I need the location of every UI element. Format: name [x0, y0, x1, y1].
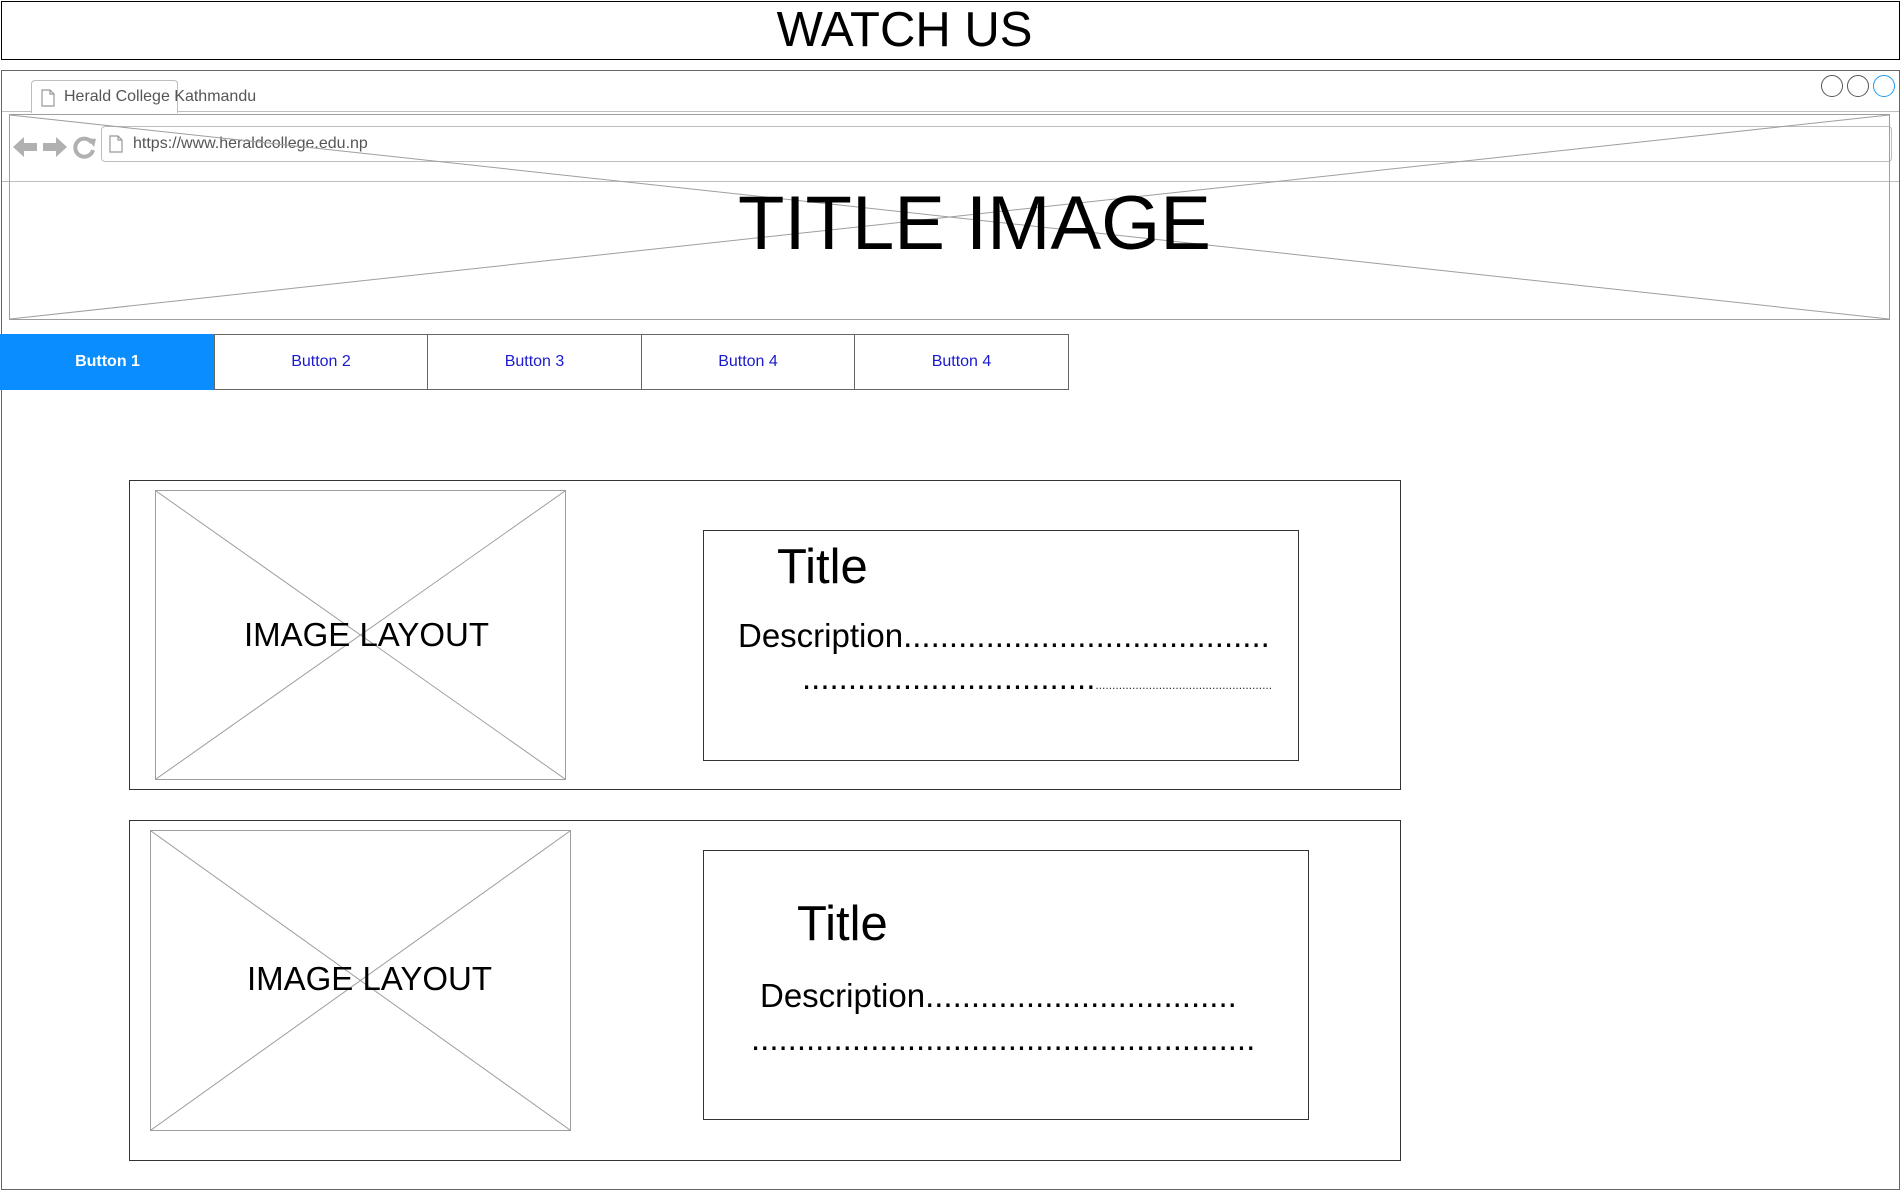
description-dots-line: ........................................… — [751, 1020, 1256, 1057]
menu-button-2[interactable]: Button 2 — [213, 334, 429, 390]
document-icon — [41, 89, 55, 107]
info-box: Title Description.......................… — [703, 530, 1299, 761]
title-image-placeholder: TITLE IMAGE — [9, 114, 1890, 320]
image-layout-label: IMAGE LAYOUT — [243, 616, 490, 653]
card-description: Description.............................… — [760, 977, 1237, 1014]
window-controls — [1821, 75, 1895, 97]
card-description: Description.............................… — [738, 617, 1270, 654]
browser-tab[interactable]: Herald College Kathmandu — [31, 80, 256, 113]
description-dots-line: ................................ — [802, 659, 1096, 696]
image-layout-placeholder: IMAGE LAYOUT — [155, 490, 566, 780]
watch-us-banner: WATCH US — [1, 1, 1900, 60]
title-image-label: TITLE IMAGE — [738, 181, 1211, 266]
banner-title: WATCH US — [776, 3, 1033, 57]
menu-button-5[interactable]: Button 4 — [854, 334, 1069, 390]
close-icon[interactable] — [1873, 75, 1895, 97]
tab-bar: Herald College Kathmandu — [2, 71, 1899, 113]
minimize-icon[interactable] — [1821, 75, 1843, 97]
menu-button-3[interactable]: Button 3 — [427, 334, 642, 390]
main-menu: Button 1 Button 2 Button 3 Button 4 Butt… — [0, 334, 1069, 390]
content-card: IMAGE LAYOUT Title Description..........… — [129, 480, 1401, 790]
description-dots-tail: ........................................… — [1095, 678, 1273, 692]
tab-label: Herald College Kathmandu — [64, 88, 257, 105]
menu-button-4[interactable]: Button 4 — [640, 334, 856, 390]
description-dots: ........................................… — [802, 661, 1272, 694]
image-layout-placeholder: IMAGE LAYOUT — [150, 830, 571, 1131]
info-box: Title Description.......................… — [703, 850, 1309, 1120]
card-title: Title — [777, 540, 868, 594]
maximize-icon[interactable] — [1847, 75, 1869, 97]
image-layout-label: IMAGE LAYOUT — [246, 960, 493, 997]
card-title: Title — [797, 897, 888, 951]
menu-button-1[interactable]: Button 1 — [0, 334, 215, 390]
content-card: IMAGE LAYOUT Title Description..........… — [129, 820, 1401, 1161]
